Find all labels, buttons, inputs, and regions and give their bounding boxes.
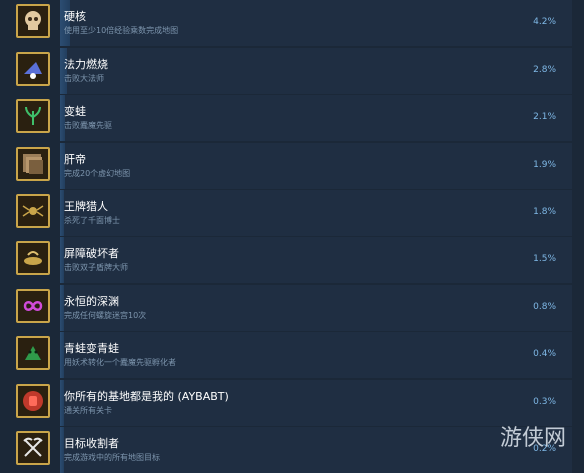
- broken-shield-icon: [16, 241, 50, 275]
- progress-bar: [60, 332, 572, 378]
- unlock-percentage: 0.3%: [533, 397, 556, 407]
- achievement-title: 你所有的基地都是我的 (AYBABT): [64, 390, 229, 403]
- unlock-percentage: 1.5%: [533, 254, 556, 264]
- achievement-list: 硬核使用至少10倍经验乘数完成地图 4.2% 法力燃烧击败大法师 2.8% 变蛙击败蠹魔…: [0, 0, 584, 473]
- skull-icon: [16, 4, 50, 38]
- progress-bar: [60, 285, 572, 331]
- achievement-row[interactable]: 法力燃烧击败大法师 2.8%: [0, 48, 584, 94]
- achievement-title: 青蛙变青蛙: [64, 342, 119, 355]
- unlock-percentage: 1.9%: [533, 160, 556, 170]
- infinity-icon: [16, 289, 50, 323]
- achievement-title: 永恒的深渊: [64, 295, 119, 308]
- achievement-row[interactable]: 王牌猎人杀死了千面博士 1.8%: [0, 190, 584, 236]
- achievement-title: 肝帝: [64, 153, 86, 166]
- achievement-title: 变蛙: [64, 105, 86, 118]
- progress-bar: [60, 143, 572, 189]
- map-stack-icon: [16, 147, 50, 181]
- progress-bar: [60, 190, 572, 236]
- achievement-description: 击败双子盾牌大师: [64, 263, 128, 272]
- unlock-percentage: 0.4%: [533, 349, 556, 359]
- spider-icon: [16, 194, 50, 228]
- achievement-title: 目标收割者: [64, 437, 119, 450]
- crossed-scythes-icon: [16, 431, 50, 465]
- wizard-hat-icon: [16, 52, 50, 86]
- red-fist-icon: [16, 384, 50, 418]
- achievement-title: 硬核: [64, 10, 86, 23]
- achievement-description: 击败蠹魔先驱: [64, 121, 112, 130]
- achievement-description: 杀死了千面博士: [64, 216, 120, 225]
- unlock-percentage: 0.8%: [533, 302, 556, 312]
- achievement-row[interactable]: 硬核使用至少10倍经验乘数完成地图 4.2%: [0, 0, 584, 46]
- achievement-title: 王牌猎人: [64, 200, 108, 213]
- unlock-percentage: 2.1%: [533, 112, 556, 122]
- achievement-row[interactable]: 永恒的深渊完成任何螺旋迷宫10次 0.8%: [0, 285, 584, 331]
- achievement-description: 用妖术转化一个蠹魔先驱孵化者: [64, 358, 176, 367]
- progress-bar: [60, 427, 572, 473]
- unlock-percentage: 2.8%: [533, 65, 556, 75]
- achievement-title: 屏障破坏者: [64, 247, 119, 260]
- achievement-description: 完成游戏中的所有地图目标: [64, 453, 160, 462]
- achievement-title: 法力燃烧: [64, 58, 108, 71]
- plant-icon: [16, 99, 50, 133]
- unlock-percentage: 1.8%: [533, 207, 556, 217]
- achievement-row[interactable]: 屏障破坏者击败双子盾牌大师 1.5%: [0, 237, 584, 283]
- achievement-row[interactable]: 你所有的基地都是我的 (AYBABT) 通关所有关卡 0.3%: [0, 380, 584, 426]
- achievement-description: 使用至少10倍经验乘数完成地图: [64, 26, 179, 35]
- achievement-row[interactable]: 肝帝完成20个虚幻地图 1.9%: [0, 143, 584, 189]
- achievement-description: 完成任何螺旋迷宫10次: [64, 311, 147, 320]
- achievement-row[interactable]: 青蛙变青蛙用妖术转化一个蠹魔先驱孵化者 0.4%: [0, 332, 584, 378]
- achievement-description: 通关所有关卡: [64, 406, 112, 415]
- achievement-row[interactable]: 目标收割者 完成游戏中的所有地图目标 0.2%: [0, 427, 584, 473]
- progress-bar: [60, 237, 572, 283]
- achievement-description: 击败大法师: [64, 74, 104, 83]
- achievement-description: 完成20个虚幻地图: [64, 169, 131, 178]
- achievement-row[interactable]: 变蛙击败蠹魔先驱 2.1%: [0, 95, 584, 141]
- progress-bar: [60, 0, 572, 46]
- progress-bar: [60, 48, 572, 94]
- watermark-logo: 游侠网: [500, 426, 567, 451]
- unlock-percentage: 4.2%: [533, 17, 556, 27]
- progress-bar: [60, 95, 572, 141]
- frog-icon: [16, 336, 50, 370]
